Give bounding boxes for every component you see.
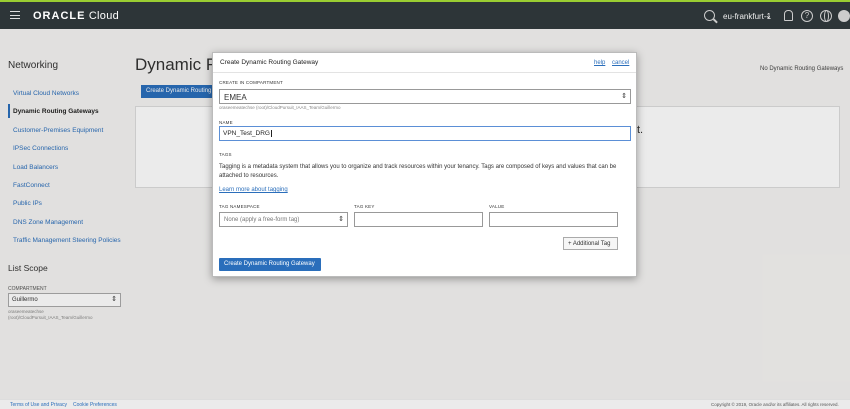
name-input[interactable]: VPN_Test_DRG <box>219 126 631 141</box>
cookie-preferences-link[interactable]: Cookie Preferences <box>73 402 117 408</box>
compartment-path-hint: oraseemeatechse (root)/CloudPursuit_IAAS… <box>219 105 341 110</box>
learn-more-tagging-link[interactable]: Learn more about tagging <box>219 187 288 193</box>
tag-key-label: TAG KEY <box>354 204 375 209</box>
hamburger-menu-icon[interactable] <box>10 11 20 19</box>
tags-label: TAGS <box>219 152 232 157</box>
brand-main: ORACLE <box>33 10 86 22</box>
oracle-cloud-logo[interactable]: ORACLE Cloud <box>33 10 119 22</box>
tag-value-input[interactable] <box>489 212 618 227</box>
top-bar: ORACLE Cloud eu-frankfurt-1 ⌄ ? <box>0 0 850 29</box>
chevron-down-icon[interactable]: ⌄ <box>765 11 772 20</box>
brand-sub: Cloud <box>88 10 120 22</box>
dialog-header: Create Dynamic Routing Gateway help canc… <box>213 53 636 73</box>
additional-tag-button[interactable]: + Additional Tag <box>563 237 618 250</box>
name-input-value: VPN_Test_DRG <box>223 130 270 138</box>
region-selector[interactable]: eu-frankfurt-1 <box>723 12 771 21</box>
compartment-select[interactable]: EMEA ⇕ <box>219 89 631 104</box>
user-avatar-icon[interactable] <box>838 10 850 22</box>
tag-namespace-value: None (apply a free-form tag) <box>224 217 300 223</box>
cancel-link[interactable]: cancel <box>612 60 629 66</box>
text-cursor <box>270 130 272 137</box>
help-icon[interactable]: ? <box>801 10 813 22</box>
compartment-field-label: CREATE IN COMPARTMENT <box>219 80 283 85</box>
tag-namespace-select[interactable]: None (apply a free-form tag) ⇕ <box>219 212 348 227</box>
compartment-select-value: EMEA <box>224 93 247 102</box>
select-arrows-icon: ⇕ <box>621 93 627 100</box>
terms-link[interactable]: Terms of Use and Privacy <box>10 402 67 408</box>
copyright-text: Copyright © 2019, Oracle and/or its affi… <box>711 402 839 407</box>
tag-namespace-label: TAG NAMESPACE <box>219 204 260 209</box>
dialog-title: Create Dynamic Routing Gateway <box>220 59 319 66</box>
help-link[interactable]: help <box>594 60 605 66</box>
select-arrows-icon: ⇕ <box>338 216 344 223</box>
name-field-label: NAME <box>219 120 233 125</box>
search-icon[interactable] <box>704 10 715 21</box>
globe-icon[interactable] <box>820 10 832 22</box>
footer: Terms of Use and Privacy Cookie Preferen… <box>0 399 850 409</box>
tags-description: Tagging is a metadata system that allows… <box>219 164 617 179</box>
create-drg-dialog: Create Dynamic Routing Gateway help canc… <box>212 52 637 277</box>
create-drg-submit-button[interactable]: Create Dynamic Routing Gateway <box>219 258 321 271</box>
bell-icon[interactable] <box>784 10 793 21</box>
tag-key-input[interactable] <box>354 212 483 227</box>
tag-value-label: VALUE <box>489 204 505 209</box>
